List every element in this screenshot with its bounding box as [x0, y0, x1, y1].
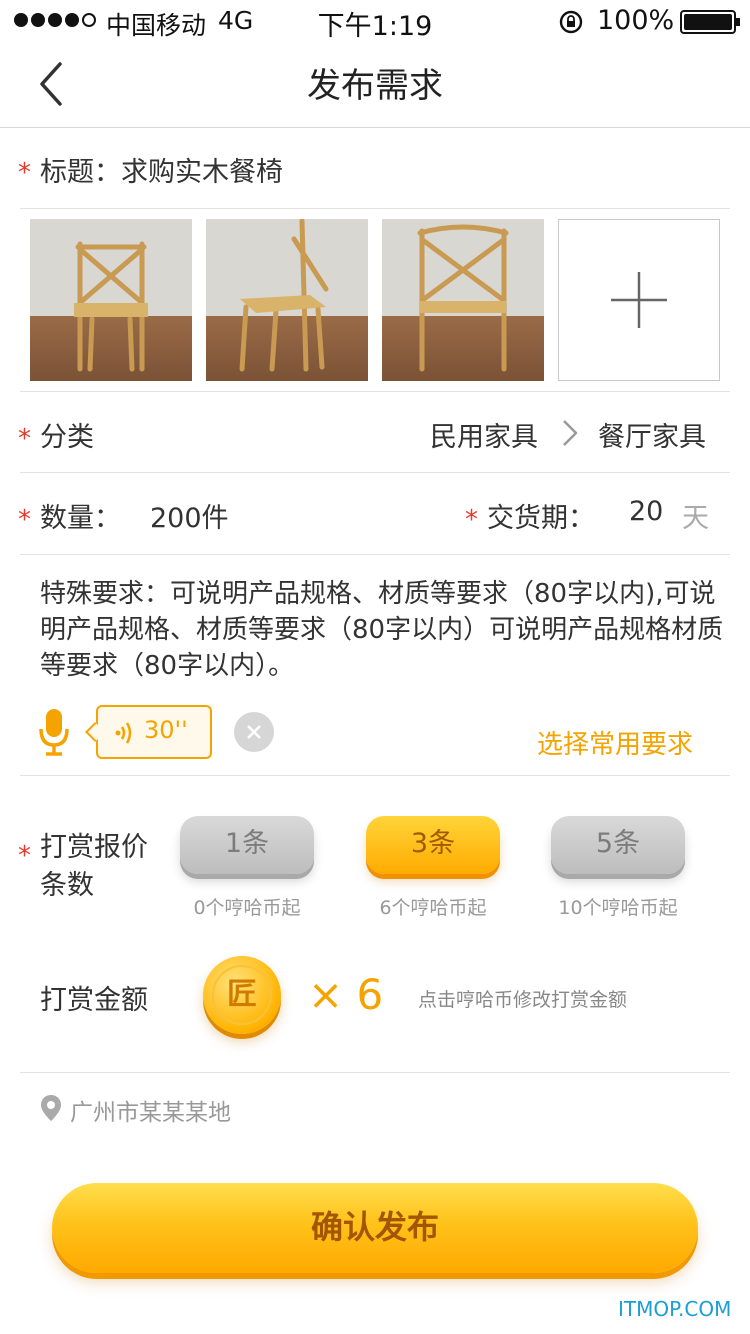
battery-icon: [680, 10, 740, 34]
quantity-label: 数量：: [40, 503, 121, 534]
reward-option-3[interactable]: 3条: [366, 816, 500, 874]
delete-voice-button[interactable]: [234, 712, 274, 752]
voice-duration: 30'': [144, 716, 188, 744]
microphone-icon[interactable]: [38, 707, 70, 757]
chevron-right-icon: [563, 420, 578, 446]
rotation-lock-icon: [559, 10, 583, 34]
reward-amount-label: 打赏金额: [40, 985, 148, 1016]
special-requirements-input[interactable]: 特殊要求：可说明产品规格、材质等要求（80字以内),可说明产品规格、材质等要求（…: [40, 576, 730, 684]
plus-icon: [611, 272, 667, 328]
reward-count-label: 打赏报价 条数: [40, 832, 148, 901]
category-label: 分类: [40, 422, 94, 453]
reward-option-5[interactable]: 5条: [551, 816, 685, 874]
quantity-input[interactable]: 200件: [150, 496, 229, 535]
category-selector[interactable]: 民用家具 餐厅家具: [400, 406, 720, 458]
reward-option-1-hint: 0个哼哈币起: [193, 897, 301, 919]
photo-thumbnail[interactable]: [30, 219, 192, 381]
title-field[interactable]: 标题：求购实木餐椅: [40, 150, 720, 189]
common-requirements-link[interactable]: 选择常用要求: [537, 724, 693, 761]
required-mark: *: [18, 505, 31, 535]
delivery-label: 交货期：: [487, 503, 595, 534]
location-pin-icon: [41, 1095, 61, 1121]
battery-percent: 100%: [597, 5, 675, 36]
required-mark: *: [18, 424, 31, 454]
status-bar: 中国移动 4G 下午1:19 100%: [0, 0, 750, 44]
photo-thumbnail[interactable]: [206, 219, 368, 381]
reward-multiplier: × 6: [308, 970, 384, 1019]
category-primary: 民用家具: [430, 422, 538, 453]
close-icon: [247, 725, 261, 739]
sound-wave-icon: [115, 722, 132, 744]
delivery-input[interactable]: 20: [629, 496, 663, 527]
required-mark: *: [18, 158, 31, 188]
voice-message-bubble[interactable]: 30'': [85, 705, 212, 759]
title-label: 标题：: [40, 157, 121, 188]
location-text[interactable]: 广州市某某某地: [70, 1093, 231, 1127]
confirm-publish-button[interactable]: 确认发布: [52, 1183, 698, 1273]
reward-option-3-hint: 6个哼哈币起: [379, 897, 487, 919]
delivery-unit: 天: [682, 503, 709, 534]
required-mark: *: [18, 841, 31, 871]
add-photo-button[interactable]: [558, 219, 720, 381]
category-secondary: 餐厅家具: [598, 422, 706, 453]
required-mark: *: [465, 505, 478, 535]
page-title: 发布需求: [307, 66, 443, 106]
photo-thumbnail[interactable]: [382, 219, 544, 381]
title-value: 求购实木餐椅: [121, 157, 283, 188]
watermark: ITMOP.COM: [618, 1297, 732, 1321]
reward-amount-hint: 点击哼哈币修改打赏金额: [418, 989, 628, 1011]
coin-icon[interactable]: 匠: [203, 956, 281, 1034]
reward-option-1[interactable]: 1条: [180, 816, 314, 874]
reward-option-5-hint: 10个哼哈币起: [558, 897, 678, 919]
